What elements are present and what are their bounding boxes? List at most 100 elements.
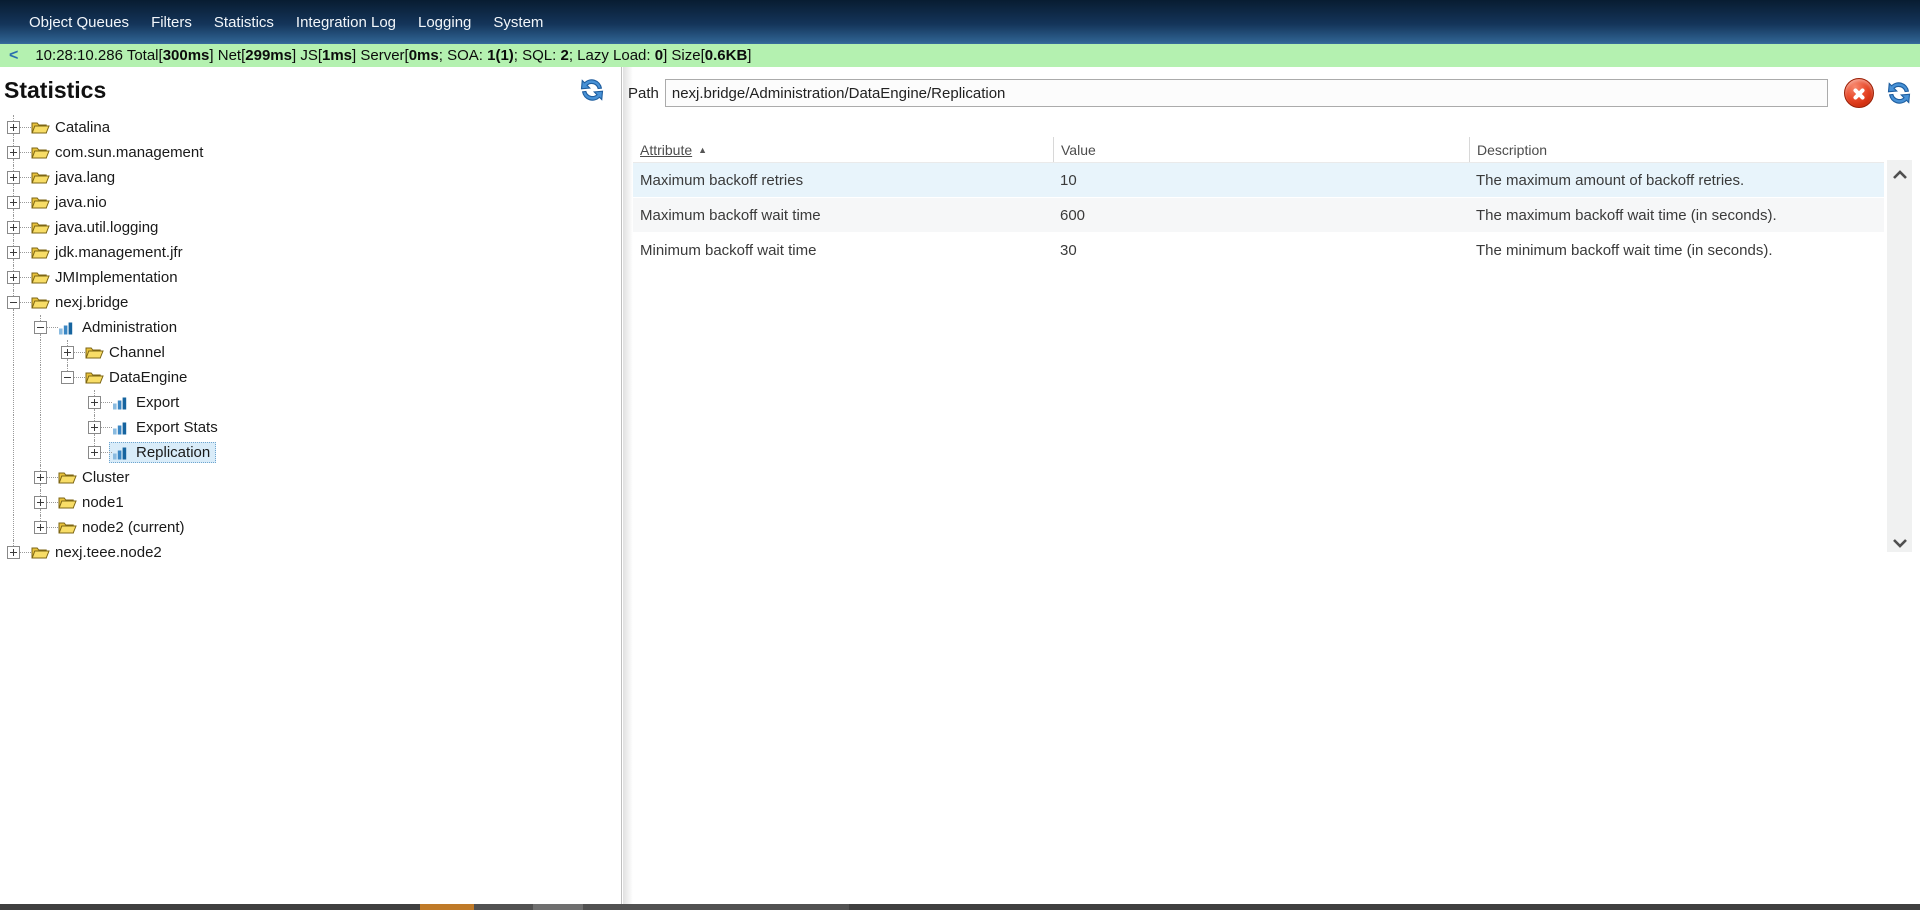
menu-item-object-queues[interactable]: Object Queues	[18, 14, 140, 31]
tree-item-channel[interactable]: Channel	[0, 340, 621, 365]
folder-icon	[31, 145, 50, 160]
tree-item-nexj-teee-node2[interactable]: nexj.teee.node2	[0, 540, 621, 565]
close-icon[interactable]	[1844, 78, 1874, 108]
menu-item-logging[interactable]: Logging	[407, 14, 482, 31]
tree-item-export-stats[interactable]: Export Stats	[0, 415, 621, 440]
tree-item-administration[interactable]: Administration	[0, 315, 621, 340]
tree-item-catalina[interactable]: Catalina	[0, 115, 621, 140]
expand-icon[interactable]	[7, 221, 20, 234]
expand-icon[interactable]	[7, 171, 20, 184]
tree-item-nexj-bridge[interactable]: nexj.bridge	[0, 290, 621, 315]
tree-item-replication[interactable]: Replication	[0, 440, 621, 465]
tree-item-dataengine[interactable]: DataEngine	[0, 365, 621, 390]
menu-item-integration-log[interactable]: Integration Log	[285, 14, 407, 31]
expand-icon[interactable]	[61, 346, 74, 359]
folder-icon	[85, 345, 104, 360]
attribute-table: Maximum backoff retries10The maximum amo…	[633, 163, 1884, 268]
folder-icon	[85, 370, 104, 385]
tree-item-java-util-logging[interactable]: java.util.logging	[0, 215, 621, 240]
tree-item-java-nio[interactable]: java.nio	[0, 190, 621, 215]
expand-icon[interactable]	[7, 546, 20, 559]
folder-icon	[31, 295, 50, 310]
scroll-up-icon[interactable]	[1892, 167, 1908, 177]
table-row[interactable]: Minimum backoff wait time30The minimum b…	[633, 233, 1884, 267]
tree-item-label: Export Stats	[136, 419, 218, 436]
column-header-attribute[interactable]: Attribute ▲	[633, 137, 1053, 162]
taskbar-segment	[583, 904, 849, 910]
table-row[interactable]: Maximum backoff wait time600The maximum …	[633, 198, 1884, 232]
expand-icon[interactable]	[34, 521, 47, 534]
collapse-icon[interactable]	[7, 296, 20, 309]
column-header-value[interactable]: Value	[1053, 137, 1469, 162]
expand-icon[interactable]	[7, 146, 20, 159]
tree-item-label: nexj.teee.node2	[55, 544, 162, 561]
tree-item-java-lang[interactable]: java.lang	[0, 165, 621, 190]
tree-item-export[interactable]: Export	[0, 390, 621, 415]
refresh-tree-icon[interactable]	[577, 75, 607, 105]
tree-item-label: Replication	[136, 444, 210, 461]
tree-item-label: Channel	[109, 344, 165, 361]
expand-icon[interactable]	[7, 246, 20, 259]
folder-icon	[31, 195, 50, 210]
vertical-scrollbar[interactable]	[1887, 160, 1912, 552]
collapse-icon[interactable]	[61, 371, 74, 384]
expand-icon[interactable]	[7, 196, 20, 209]
path-input[interactable]	[665, 79, 1828, 107]
folder-icon	[58, 495, 77, 510]
tree-item-jdk-management-jfr[interactable]: jdk.management.jfr	[0, 240, 621, 265]
folder-icon	[31, 170, 50, 185]
bar-chart-icon	[112, 420, 131, 435]
tree-item-jmimplementation[interactable]: JMImplementation	[0, 265, 621, 290]
tree-item-label: Administration	[82, 319, 177, 336]
menu-item-filters[interactable]: Filters	[140, 14, 203, 31]
taskbar-segment	[474, 904, 533, 910]
tree-item-label: node1	[82, 494, 124, 511]
menu-item-statistics[interactable]: Statistics	[203, 14, 285, 31]
tree-item-label: Cluster	[82, 469, 130, 486]
cell-value: 10	[1053, 172, 1469, 189]
tree-item-node1[interactable]: node1	[0, 490, 621, 515]
tree-item-node2-current[interactable]: node2 (current)	[0, 515, 621, 540]
tree-item-label: java.util.logging	[55, 219, 158, 236]
refresh-table-icon[interactable]	[1884, 78, 1914, 108]
expand-icon[interactable]	[7, 271, 20, 284]
folder-icon	[58, 470, 77, 485]
table-header: Attribute ▲ Value Description	[633, 137, 1884, 163]
expand-icon[interactable]	[88, 421, 101, 434]
folder-icon	[31, 245, 50, 260]
statistics-tree: Catalina com.sun.managementjava.lang java.…	[0, 115, 621, 565]
cell-attribute: Minimum backoff wait time	[633, 242, 1053, 259]
expand-icon[interactable]	[88, 396, 101, 409]
cell-description: The maximum backoff wait time (in second…	[1469, 207, 1884, 224]
folder-icon	[31, 270, 50, 285]
cell-description: The maximum amount of backoff retries.	[1469, 172, 1884, 189]
tree-item-label: java.nio	[55, 194, 107, 211]
sort-ascending-icon: ▲	[698, 145, 707, 155]
status-bar: <10:28:10.286 Total[300ms] Net[299ms] JS…	[0, 44, 1920, 67]
cell-value: 30	[1053, 242, 1469, 259]
taskbar-sliver	[0, 904, 1920, 910]
column-header-description[interactable]: Description	[1469, 137, 1884, 162]
cell-value: 600	[1053, 207, 1469, 224]
expand-icon[interactable]	[7, 121, 20, 134]
tree-item-label: Catalina	[55, 119, 110, 136]
path-label: Path	[628, 85, 659, 102]
table-row[interactable]: Maximum backoff retries10The maximum amo…	[633, 163, 1884, 197]
folder-icon	[31, 545, 50, 560]
tree-item-cluster[interactable]: Cluster	[0, 465, 621, 490]
expand-icon[interactable]	[88, 446, 101, 459]
statistics-console: Object QueuesFiltersStatisticsIntegratio…	[0, 0, 1920, 910]
menu-item-system[interactable]: System	[482, 14, 554, 31]
cell-description: The minimum backoff wait time (in second…	[1469, 242, 1884, 259]
back-arrow[interactable]: <	[9, 47, 18, 65]
status-text: 10:28:10.286 Total[300ms] Net[299ms] JS[…	[35, 47, 751, 64]
tree-item-com-sun-management[interactable]: com.sun.management	[0, 140, 621, 165]
cell-attribute: Maximum backoff wait time	[633, 207, 1053, 224]
collapse-icon[interactable]	[34, 321, 47, 334]
scroll-down-icon[interactable]	[1892, 535, 1908, 545]
expand-icon[interactable]	[34, 471, 47, 484]
folder-icon	[31, 220, 50, 235]
expand-icon[interactable]	[34, 496, 47, 509]
taskbar-segment	[420, 904, 474, 910]
menu-bar: Object QueuesFiltersStatisticsIntegratio…	[0, 0, 1920, 44]
